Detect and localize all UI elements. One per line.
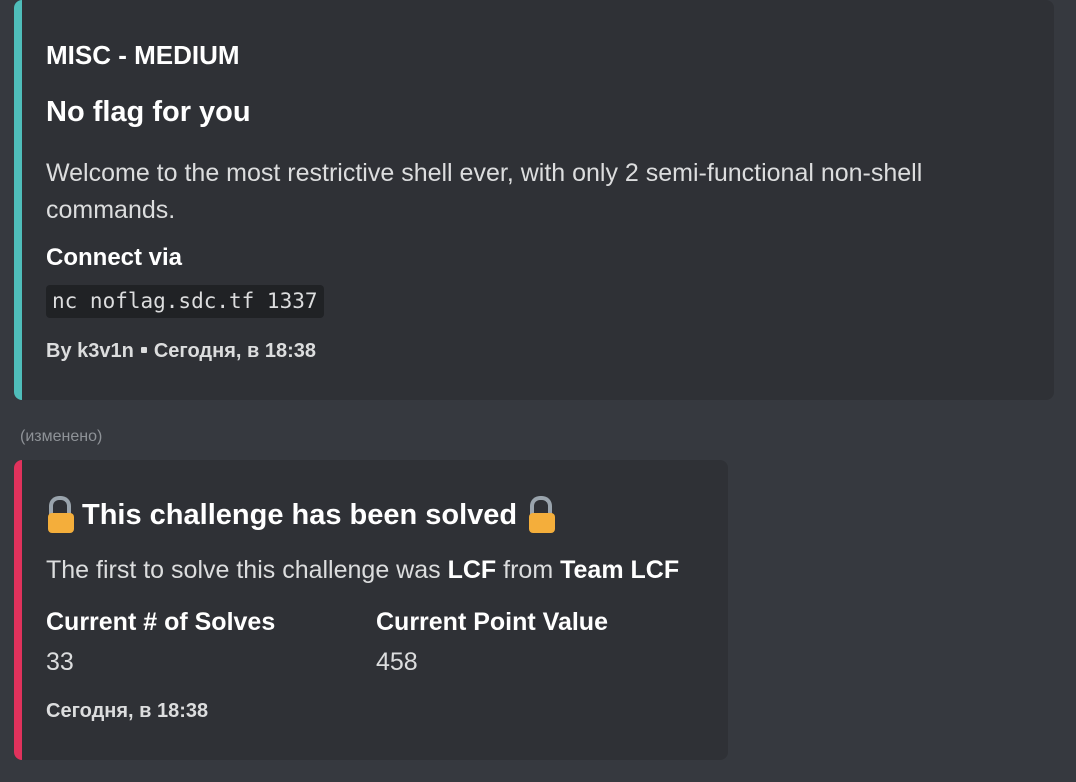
unlocked-lock-icon [46, 496, 76, 534]
points-field-value: 458 [376, 648, 418, 676]
solves-field-value: 33 [46, 648, 74, 676]
separator-dot [140, 347, 147, 354]
team-name: Team LCF [560, 556, 680, 584]
challenge-embed: MISC - MEDIUM No flag for you Welcome to… [14, 0, 1054, 400]
connect-command-code[interactable]: nc noflag.sdc.tf 1337 [46, 285, 324, 318]
first-solver-prefix: The first to solve this challenge was [46, 556, 441, 584]
connect-label: Connect via [46, 244, 183, 271]
unlocked-lock-icon [527, 496, 557, 534]
embed-footer: By k3v1n Сегодня, в 18:38 [46, 340, 316, 363]
author-text: By k3v1n [46, 340, 134, 362]
challenge-category: MISC - MEDIUM [46, 40, 240, 70]
embed-accent-bar [14, 460, 22, 760]
solved-title: This challenge has been solved [46, 496, 557, 534]
challenge-description: Welcome to the most restrictive shell ev… [46, 159, 923, 224]
footer-timestamp: Сегодня, в 18:38 [153, 340, 316, 362]
embed-accent-bar [14, 0, 22, 400]
solves-field-name: Current # of Solves [46, 608, 276, 636]
solved-embed: This challenge has been solved The first… [14, 460, 728, 760]
first-solver-name: LCF [447, 556, 497, 584]
edited-indicator: (изменено) [20, 428, 103, 445]
solved-title-text: This challenge has been solved [82, 498, 518, 531]
from-word: from [503, 556, 554, 584]
first-solver-text: The first to solve this challenge was LC… [46, 556, 679, 585]
points-field-name: Current Point Value [376, 608, 608, 636]
challenge-title: No flag for you [46, 96, 251, 128]
solved-footer-timestamp: Сегодня, в 18:38 [46, 700, 209, 722]
